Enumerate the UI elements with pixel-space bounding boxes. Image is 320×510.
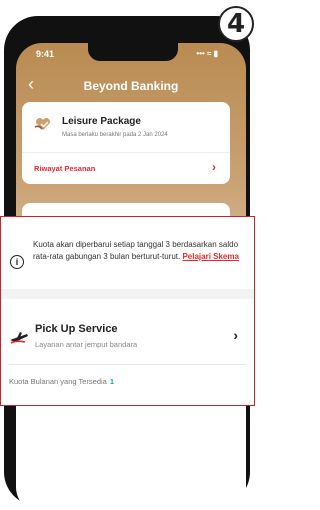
chevron-right-icon[interactable]: › xyxy=(212,160,216,174)
monthly-quota-value: 1 xyxy=(109,377,115,386)
order-history-link[interactable]: Riwayat Pesanan xyxy=(34,164,95,173)
learn-scheme-link[interactable]: Pelajari Skema xyxy=(182,252,238,261)
info-icon: i xyxy=(10,255,24,269)
quota-info-text: Kuota akan diperbarui setiap tanggal 3 b… xyxy=(33,239,245,262)
heart-hand-icon xyxy=(34,118,50,130)
pickup-service-subtitle: Layanan antar jemput bandara xyxy=(35,340,138,349)
package-title: Leisure Package xyxy=(62,116,141,127)
airplane-icon xyxy=(10,332,28,344)
phone-notch xyxy=(88,43,178,61)
divider xyxy=(22,152,230,153)
status-icons: ••• ≈ ▮ xyxy=(196,49,218,58)
package-validity: Masa berlaku berakhir pada 2 Jan 2024 xyxy=(62,132,168,138)
monthly-quota-label: Kuota Bulanan yang Tersedia xyxy=(9,377,107,386)
status-time: 9:41 xyxy=(36,49,55,59)
package-card[interactable]: Leisure Package Masa berlaku berakhir pa… xyxy=(22,102,230,184)
highlight-callout: i Kuota akan diperbarui setiap tanggal 3… xyxy=(0,216,255,406)
page-title: Beyond Banking xyxy=(83,79,179,93)
section-separator xyxy=(1,289,254,299)
step-number-badge: 4 xyxy=(218,6,254,42)
pickup-service-title[interactable]: Pick Up Service xyxy=(35,323,118,335)
divider xyxy=(9,364,246,365)
monthly-quota: Kuota Bulanan yang Tersedia 1 xyxy=(9,377,114,386)
chevron-right-icon[interactable]: › xyxy=(233,327,238,343)
